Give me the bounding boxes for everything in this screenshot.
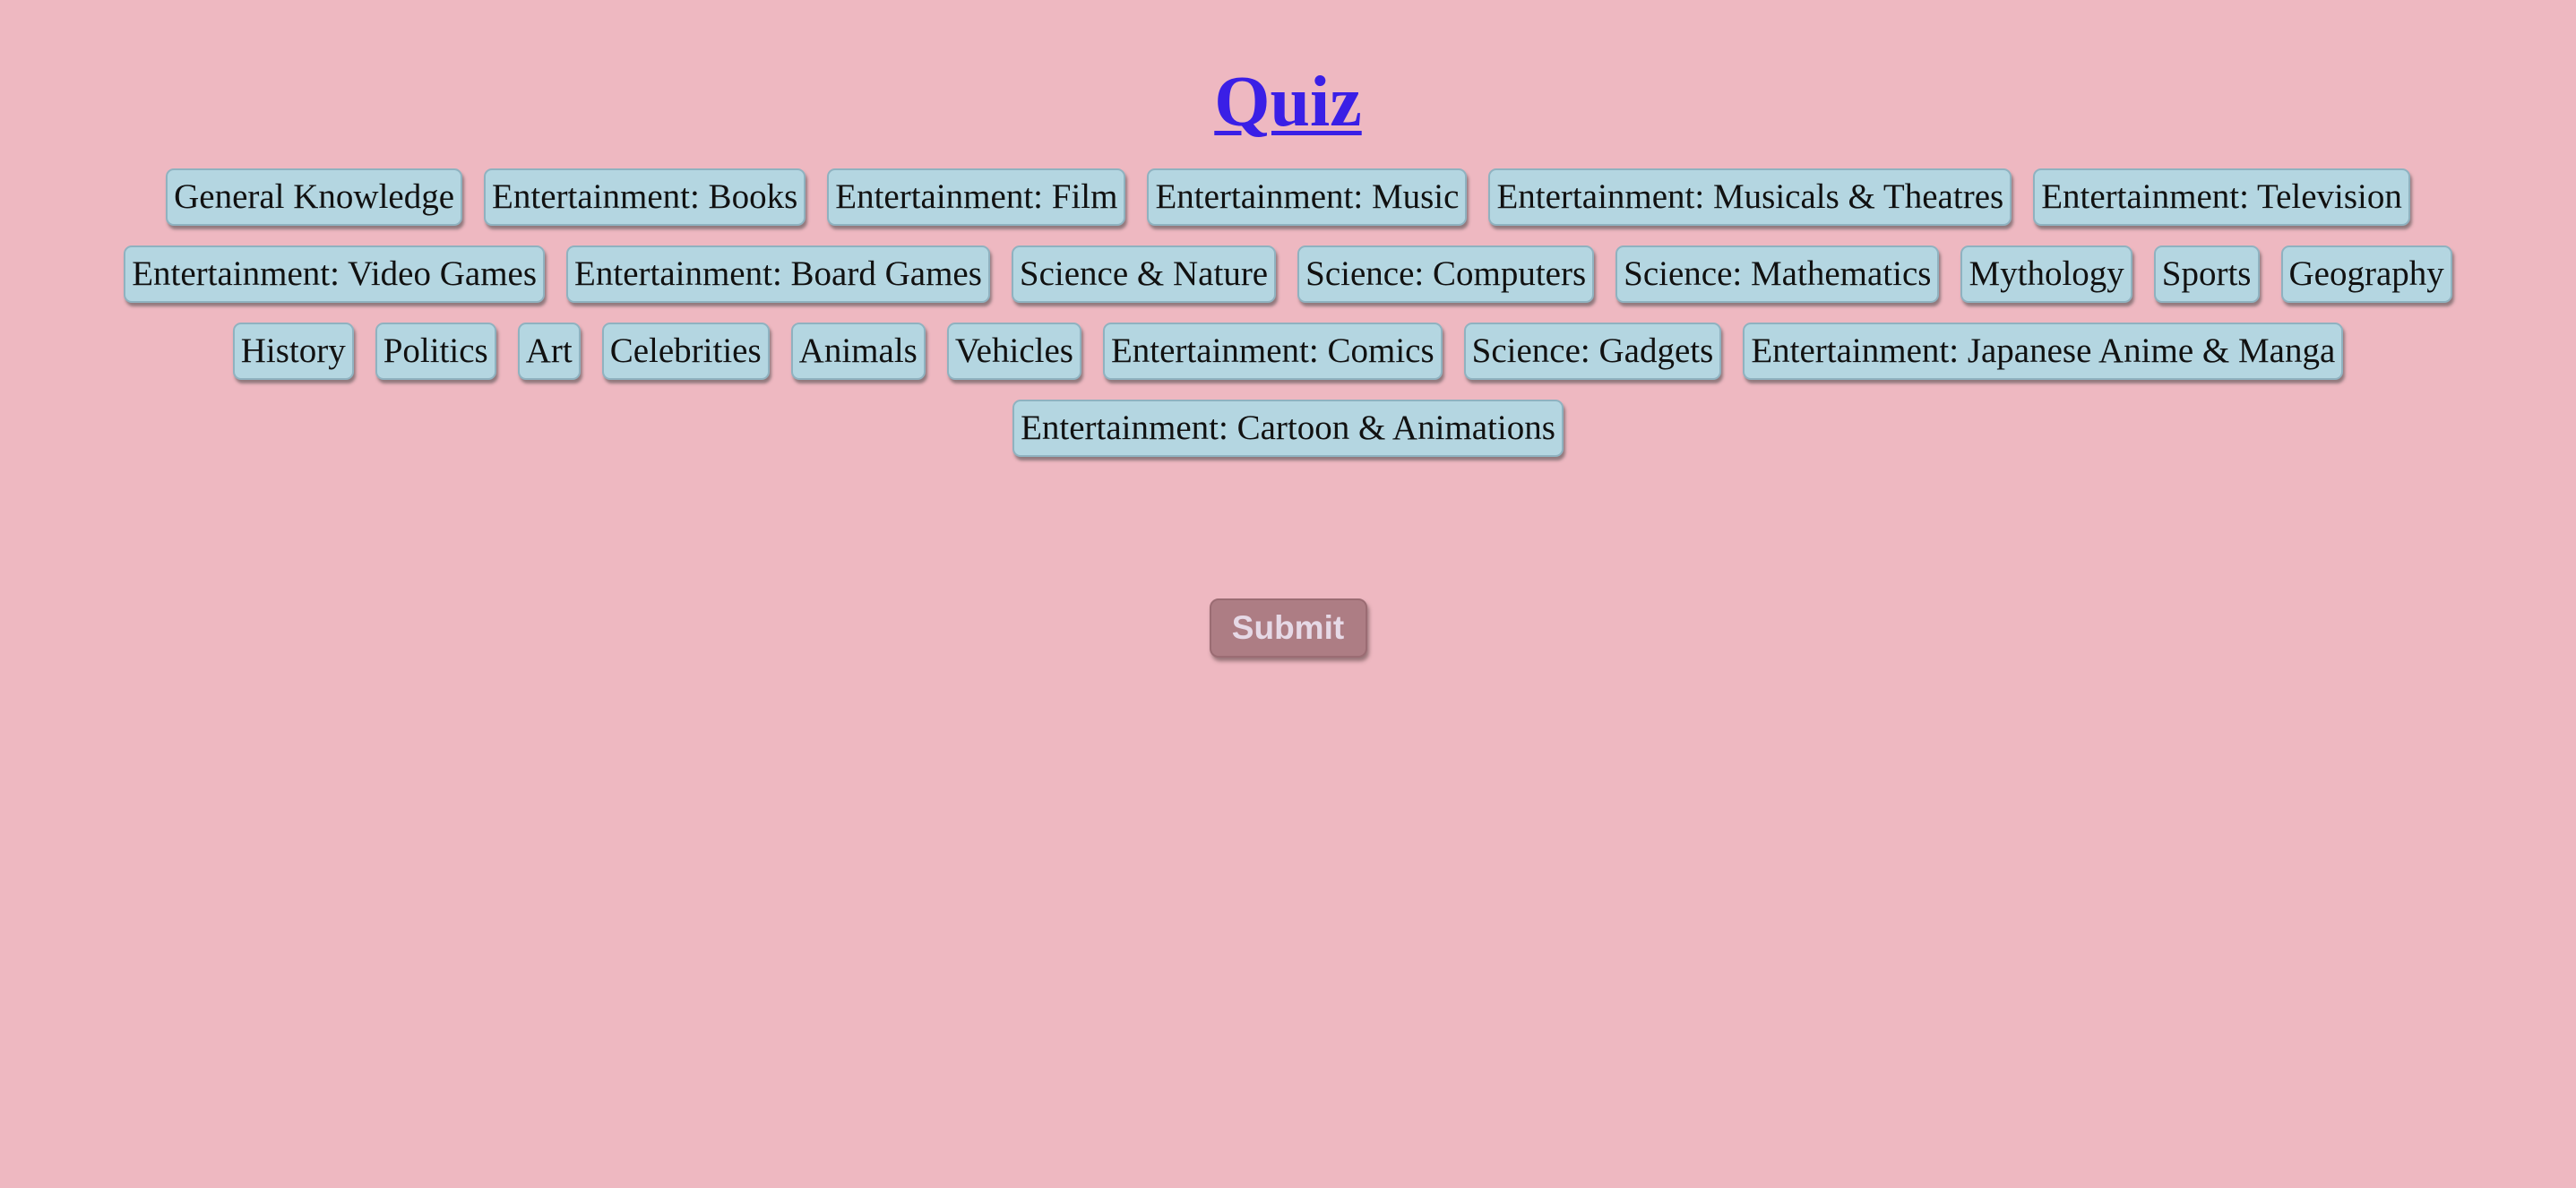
- category-button-entertainment-television[interactable]: Entertainment: Television: [2033, 168, 2410, 226]
- category-button-animals[interactable]: Animals: [790, 323, 926, 380]
- category-button-art[interactable]: Art: [517, 323, 581, 380]
- category-button-science-computers[interactable]: Science: Computers: [1297, 245, 1595, 303]
- submit-area: Submit: [0, 598, 2576, 658]
- category-button-celebrities[interactable]: Celebrities: [601, 323, 770, 380]
- category-button-entertainment-cartoon-animations[interactable]: Entertainment: Cartoon & Animations: [1012, 400, 1564, 457]
- category-button-general-knowledge[interactable]: General Knowledge: [166, 168, 463, 226]
- category-button-entertainment-comics[interactable]: Entertainment: Comics: [1102, 323, 1443, 380]
- category-button-science-gadgets[interactable]: Science: Gadgets: [1463, 323, 1722, 380]
- category-button-entertainment-music[interactable]: Entertainment: Music: [1147, 168, 1468, 226]
- category-button-entertainment-musicals-theatres[interactable]: Entertainment: Musicals & Theatres: [1488, 168, 2012, 226]
- category-button-entertainment-books[interactable]: Entertainment: Books: [484, 168, 806, 226]
- quiz-page: Quiz General Knowledge Entertainment: Bo…: [0, 0, 2576, 1188]
- category-button-entertainment-film[interactable]: Entertainment: Film: [827, 168, 1126, 226]
- category-list: General Knowledge Entertainment: Books E…: [0, 168, 2576, 477]
- category-button-mythology[interactable]: Mythology: [1960, 245, 2132, 303]
- category-button-history[interactable]: History: [232, 323, 354, 380]
- category-button-science-mathematics[interactable]: Science: Mathematics: [1615, 245, 1940, 303]
- quiz-title-link[interactable]: Quiz: [1214, 63, 1361, 142]
- submit-button[interactable]: Submit: [1209, 598, 1367, 658]
- category-button-entertainment-board-games[interactable]: Entertainment: Board Games: [566, 245, 990, 303]
- category-button-geography[interactable]: Geography: [2280, 245, 2452, 303]
- page-title: Quiz: [0, 59, 2576, 145]
- category-button-entertainment-japanese-anime-manga[interactable]: Entertainment: Japanese Anime & Manga: [1743, 323, 2344, 380]
- category-button-politics[interactable]: Politics: [375, 323, 496, 380]
- category-button-entertainment-video-games[interactable]: Entertainment: Video Games: [124, 245, 546, 303]
- category-button-science-nature[interactable]: Science & Nature: [1011, 245, 1277, 303]
- category-button-sports[interactable]: Sports: [2153, 245, 2260, 303]
- category-button-vehicles[interactable]: Vehicles: [946, 323, 1081, 380]
